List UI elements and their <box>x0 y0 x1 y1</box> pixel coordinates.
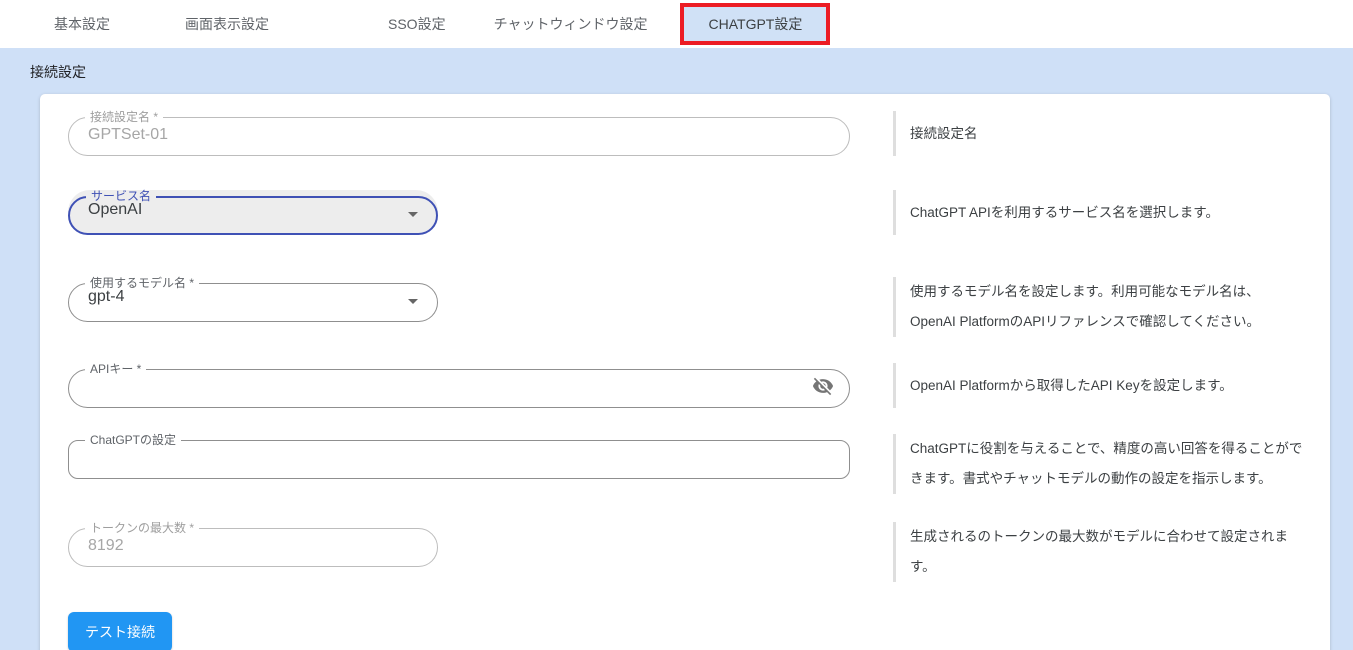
api-key-help: OpenAI Platformから取得したAPI Keyを設定します。 <box>893 363 1305 408</box>
dropdown-arrow-icon[interactable] <box>408 299 418 304</box>
chatgpt-config-help: ChatGPTに役割を与えることで、精度の高い回答を得ることができます。書式やチ… <box>893 434 1305 494</box>
form-row-api-key: APIキー * OpenAI Platformから取得したAPI Keyを設定し… <box>68 363 1330 408</box>
form-row-service-name: サービス名 OpenAI ChatGPT APIを利用するサービス名を選択します… <box>68 190 1330 235</box>
service-name-value: OpenAI <box>68 190 438 235</box>
connection-settings-card: 接続設定名 * 接続設定名 サービス名 OpenAI ChatGPT APIを利… <box>40 94 1330 650</box>
service-name-help: ChatGPT APIを利用するサービス名を選択します。 <box>893 190 1305 235</box>
tab-chat-window-settings[interactable]: チャットウィンドウ設定 <box>470 0 672 48</box>
model-name-select[interactable]: 使用するモデル名 * gpt-4 <box>68 277 438 322</box>
tab-display-settings[interactable]: 画面表示設定 <box>161 0 293 48</box>
dropdown-arrow-icon[interactable] <box>408 212 418 217</box>
connection-name-field: 接続設定名 * <box>68 111 850 156</box>
connection-name-help: 接続設定名 <box>893 111 1305 156</box>
model-name-help: 使用するモデル名を設定します。利用可能なモデル名は、OpenAI Platfor… <box>893 277 1305 337</box>
test-connection-button[interactable]: テスト接続 <box>68 612 172 650</box>
tab-basic-settings[interactable]: 基本設定 <box>30 0 134 48</box>
api-key-input[interactable] <box>68 363 850 408</box>
tab-sso-settings[interactable]: SSO設定 <box>364 0 470 48</box>
settings-content: 接続設定 接続設定名 * 接続設定名 サービス名 OpenAI <box>0 48 1353 650</box>
model-name-value: gpt-4 <box>68 277 438 322</box>
form-row-connection-name: 接続設定名 * 接続設定名 <box>68 111 1330 156</box>
form-row-model-name: 使用するモデル名 * gpt-4 使用するモデル名を設定します。利用可能なモデル… <box>68 277 1330 337</box>
form-row-max-tokens: トークンの最大数 * 生成されるのトークンの最大数がモデルに合わせて設定されます… <box>68 522 1330 582</box>
chatgpt-config-textarea[interactable] <box>68 434 850 479</box>
max-tokens-input <box>68 522 438 567</box>
visibility-off-icon[interactable] <box>812 375 834 397</box>
connection-name-input <box>68 111 850 156</box>
service-name-select[interactable]: サービス名 OpenAI <box>68 190 438 235</box>
max-tokens-help: 生成されるのトークンの最大数がモデルに合わせて設定されます。 <box>893 522 1305 582</box>
max-tokens-field: トークンの最大数 * <box>68 522 438 567</box>
settings-tab-bar: 基本設定 画面表示設定 SSO設定 チャットウィンドウ設定 CHATGPT設定 <box>0 0 1353 48</box>
form-row-chatgpt-config: ChatGPTの設定 ChatGPTに役割を与えることで、精度の高い回答を得るこ… <box>68 434 1330 494</box>
api-key-field: APIキー * <box>68 363 850 408</box>
section-title: 接続設定 <box>0 48 1353 82</box>
tab-chatgpt-settings[interactable]: CHATGPT設定 <box>680 3 830 45</box>
chatgpt-config-field: ChatGPTの設定 <box>68 434 850 479</box>
